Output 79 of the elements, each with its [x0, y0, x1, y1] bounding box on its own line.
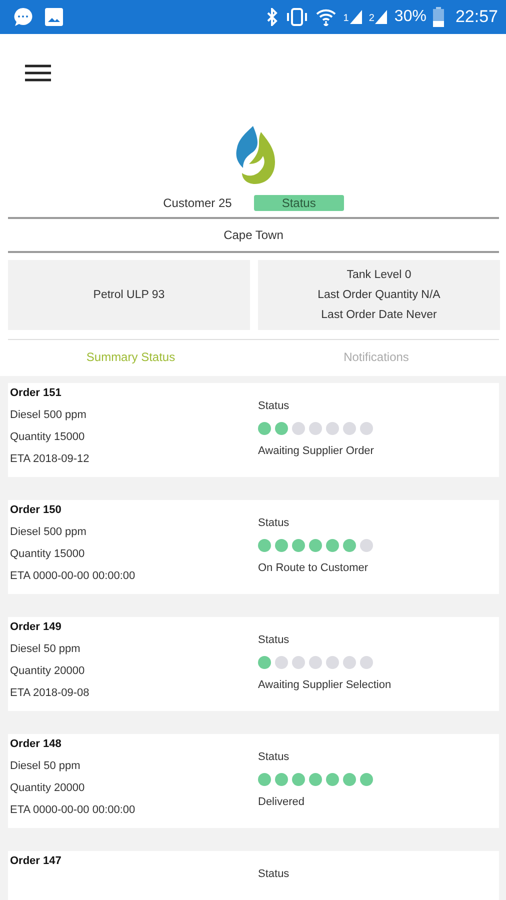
completed-step-dot	[275, 422, 288, 435]
order-card[interactable]: Order 147 Status	[8, 851, 499, 900]
order-detail: ETA 2018-09-12	[10, 453, 90, 465]
sim-number: 2	[368, 13, 374, 24]
vibrate-icon	[285, 8, 310, 26]
pending-step-dot	[326, 656, 339, 669]
battery-icon	[433, 7, 444, 27]
completed-step-dot	[292, 773, 305, 786]
order-title: Order 149	[10, 621, 62, 633]
order-card[interactable]: Order 150 Diesel 500 ppm Quantity 15000 ETA 0000-00-00 00:00:00 Status On Route to Customer	[8, 500, 499, 594]
bluetooth-icon	[266, 8, 278, 26]
order-title: Order 148	[10, 738, 62, 750]
completed-step-dot	[343, 539, 356, 552]
status-label: Status	[258, 634, 290, 646]
pending-step-dot	[309, 656, 322, 669]
signal-icon	[350, 10, 362, 24]
order-detail: Diesel 500 ppm	[10, 409, 88, 421]
status-label: Status	[258, 400, 290, 412]
pending-step-dot	[360, 656, 373, 669]
completed-step-dot	[309, 539, 322, 552]
order-status: Awaiting Supplier Order	[258, 445, 374, 457]
order-card[interactable]: Order 148 Diesel 50 ppm Quantity 20000 ETA 0000-00-00 00:00:00 Status Delivered	[8, 734, 499, 828]
order-detail: ETA 0000-00-00 00:00:00	[10, 570, 136, 582]
order-detail: Diesel 50 ppm	[10, 760, 82, 772]
order-detail: Quantity 15000	[10, 548, 86, 560]
order-detail: Diesel 50 ppm	[10, 643, 82, 655]
pending-step-dot	[292, 422, 305, 435]
completed-step-dot	[309, 773, 322, 786]
tank-info-line: Tank Level 0	[346, 269, 412, 281]
order-detail: ETA 0000-00-00 00:00:00	[10, 804, 136, 816]
order-title: Order 150	[10, 504, 62, 516]
pending-step-dot	[275, 656, 288, 669]
pending-step-dot	[309, 422, 322, 435]
tank-info-line: Last Order Quantity N/A	[318, 289, 440, 301]
completed-step-dot	[258, 773, 271, 786]
pending-step-dot	[343, 656, 356, 669]
status-badge: Status	[254, 195, 344, 211]
order-status: On Route to Customer	[258, 562, 370, 574]
status-label: Status	[258, 868, 290, 880]
order-card[interactable]: Order 149 Diesel 50 ppm Quantity 20000 ETA 2018-09-08 Status Awaiting Supplier Selection	[8, 617, 499, 711]
clock: 22:57	[455, 7, 498, 27]
order-title: Order 151	[10, 387, 62, 399]
completed-step-dot	[326, 539, 339, 552]
order-detail: ETA 2018-09-08	[10, 687, 90, 699]
order-status: Delivered	[258, 796, 306, 808]
chat-icon	[12, 6, 34, 28]
completed-step-dot	[292, 539, 305, 552]
status-label: Status	[258, 517, 290, 529]
completed-step-dot	[258, 656, 271, 669]
pending-step-dot	[360, 539, 373, 552]
battery-percent: 30%	[394, 8, 426, 26]
completed-step-dot	[326, 773, 339, 786]
product-name: Petrol ULP 93	[93, 289, 165, 301]
order-status: Awaiting Supplier Selection	[258, 679, 392, 691]
completed-step-dot	[258, 539, 271, 552]
completed-step-dot	[275, 773, 288, 786]
city-label: Cape Town	[8, 219, 499, 253]
tank-info-line: Last Order Date Never	[321, 309, 437, 321]
completed-step-dot	[343, 773, 356, 786]
pending-step-dot	[326, 422, 339, 435]
order-detail: Quantity 15000	[10, 431, 86, 443]
order-detail: Diesel 500 ppm	[10, 526, 88, 538]
pending-step-dot	[360, 422, 373, 435]
pending-step-dot	[343, 422, 356, 435]
completed-step-dot	[258, 422, 271, 435]
order-title: Order 147	[10, 855, 62, 867]
wifi-icon	[316, 8, 336, 26]
image-icon	[44, 7, 64, 27]
pending-step-dot	[292, 656, 305, 669]
completed-step-dot	[275, 539, 288, 552]
menu-icon	[24, 63, 52, 83]
order-detail: Quantity 20000	[10, 782, 86, 794]
sim-number: 1	[343, 13, 349, 24]
signal-icon	[375, 10, 388, 24]
status-label: Status	[258, 751, 290, 763]
order-detail: Quantity 20000	[10, 665, 86, 677]
completed-step-dot	[360, 773, 373, 786]
customer-name: Customer 25	[163, 196, 232, 210]
order-card[interactable]: Order 151 Diesel 500 ppm Quantity 15000 ETA 2018-09-12 Status Awaiting Supplier Order	[8, 383, 499, 477]
